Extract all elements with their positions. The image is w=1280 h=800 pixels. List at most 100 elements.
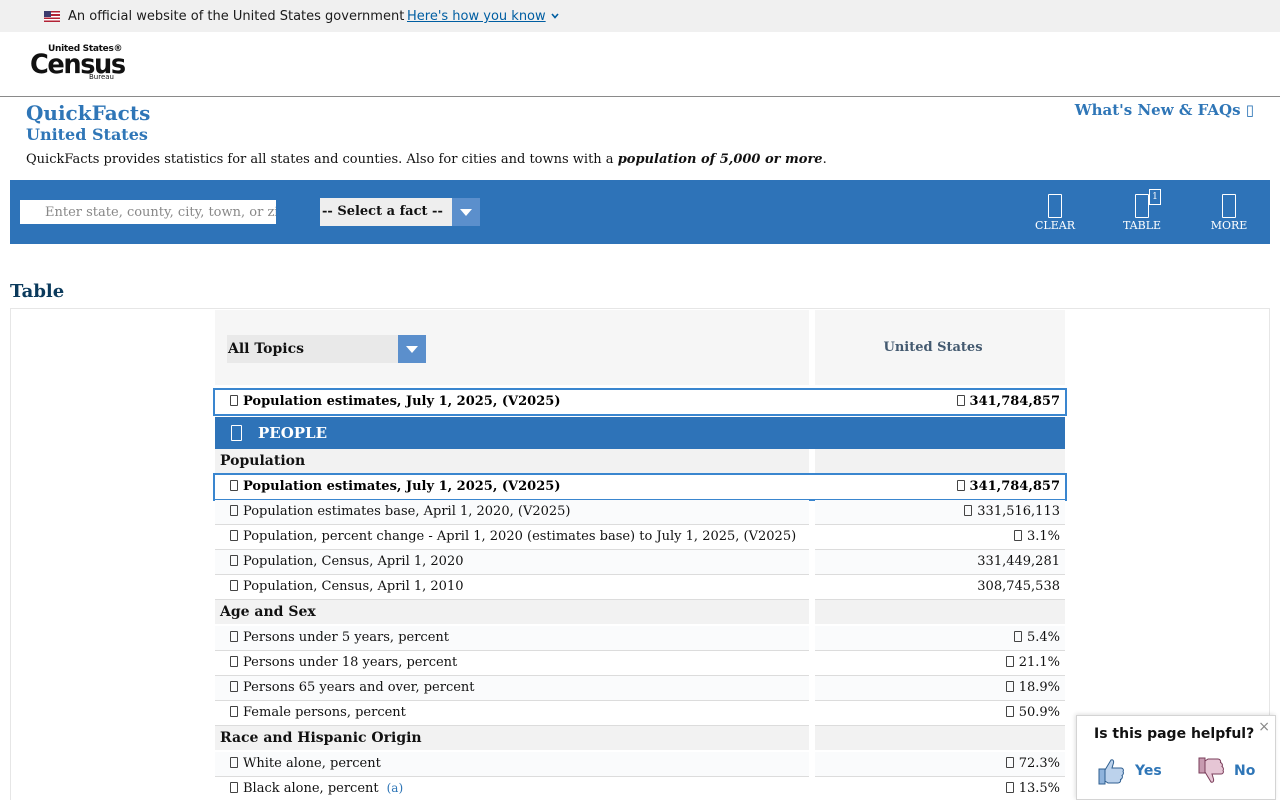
fact-select[interactable]: -- Select a fact --	[320, 198, 480, 226]
people-section-header[interactable]: PEOPLE	[215, 417, 1065, 449]
table-row[interactable]: Persons under 18 years, percent 21.1%	[215, 651, 1065, 676]
info-icon[interactable]	[230, 555, 238, 566]
fact-value-text: 18.9%	[1018, 680, 1060, 695]
data-quality-icon[interactable]	[1005, 681, 1014, 692]
table-row[interactable]: Population, Census, April 1, 2020 331,44…	[215, 550, 1065, 575]
table-label: TABLE	[1122, 219, 1162, 232]
selected-fact-label-text: Population estimates, July 1, 2025, (V20…	[243, 479, 561, 494]
table-row[interactable]: White alone, percent 72.3%	[215, 752, 1065, 777]
fact-value: 50.9%	[1005, 705, 1060, 720]
heres-how-you-know-link[interactable]: Here's how you know	[407, 9, 546, 24]
data-quality-icon[interactable]	[1005, 782, 1014, 793]
clear-icon	[1048, 194, 1062, 218]
site-header: United States® Census Bureau	[0, 32, 1280, 97]
category-row-age-sex: Age and Sex	[215, 600, 1065, 624]
description-emphasis: population of 5,000 or more	[617, 152, 823, 167]
people-icon	[231, 425, 242, 441]
category-cell: Population	[215, 449, 809, 473]
topic-select[interactable]: All Topics	[227, 335, 426, 363]
clear-button[interactable]: CLEAR	[1025, 194, 1085, 234]
value-cell: 50.9%	[815, 701, 1065, 726]
data-quality-icon[interactable]	[964, 505, 973, 516]
info-icon[interactable]	[230, 757, 238, 768]
data-quality-icon[interactable]	[956, 395, 965, 406]
selected-fact-label: Population estimates, July 1, 2025, (V20…	[230, 394, 560, 409]
fact-cell: Population estimates base, April 1, 2020…	[215, 500, 809, 525]
table-heading: Table	[10, 281, 65, 302]
fact-label: Population estimates base, April 1, 2020…	[230, 504, 570, 519]
fact-label: Persons under 18 years, percent	[230, 655, 457, 670]
selected-fact-row-repeat[interactable]: Population estimates, July 1, 2025, (V20…	[213, 473, 1067, 501]
logo-bureau: Bureau	[89, 73, 114, 81]
data-quality-icon[interactable]	[956, 480, 965, 491]
data-quality-icon[interactable]	[1005, 757, 1014, 768]
close-icon[interactable]: ×	[1258, 719, 1270, 735]
info-icon[interactable]	[230, 580, 238, 591]
table-row[interactable]: Black alone, percent (a) 13.5%	[215, 777, 1065, 800]
data-quality-icon[interactable]	[1005, 656, 1014, 667]
fact-value-text: 72.3%	[1018, 756, 1060, 771]
fact-label-text: Persons 65 years and over, percent	[243, 680, 475, 695]
fact-label-text: Population, percent change - April 1, 20…	[243, 529, 797, 544]
category-label: Population	[220, 453, 306, 469]
info-icon[interactable]	[230, 480, 238, 491]
info-icon[interactable]	[230, 395, 238, 406]
feedback-widget: Is this page helpful? × Yes No	[1076, 715, 1276, 800]
data-quality-icon[interactable]	[1013, 631, 1022, 642]
selected-fact-value: 341,784,857	[956, 394, 1060, 409]
thumbs-down-icon[interactable]	[1196, 756, 1226, 786]
table-icon	[1135, 194, 1149, 218]
chevron-down-icon[interactable]	[551, 12, 559, 20]
table-row[interactable]: Female persons, percent 50.9%	[215, 701, 1065, 726]
category-value-cell	[815, 600, 1065, 624]
info-icon[interactable]	[230, 706, 238, 717]
fact-select-toggle[interactable]	[452, 198, 480, 226]
fact-value: 18.9%	[1005, 680, 1060, 695]
geography-column-header: United States	[815, 310, 1065, 385]
data-quality-icon[interactable]	[1005, 706, 1014, 717]
feedback-yes-button[interactable]: Yes	[1135, 763, 1162, 779]
topic-select-toggle[interactable]	[398, 335, 426, 363]
fact-value-text: 13.5%	[1018, 781, 1060, 796]
table-row[interactable]: Population estimates base, April 1, 2020…	[215, 500, 1065, 525]
more-button[interactable]: MORE	[1199, 194, 1259, 234]
whats-new-link[interactable]: What's New & FAQs ▯	[1075, 101, 1254, 119]
table-button[interactable]: 1 TABLE	[1112, 189, 1172, 234]
geography-search-input[interactable]	[20, 200, 276, 224]
fact-label: Population, Census, April 1, 2020	[230, 554, 463, 569]
info-icon[interactable]	[230, 530, 238, 541]
value-cell: 5.4%	[815, 626, 1065, 651]
info-icon[interactable]	[230, 505, 238, 516]
feedback-no-button[interactable]: No	[1234, 763, 1255, 779]
fact-label: Black alone, percent (a)	[230, 781, 403, 796]
category-value-cell	[815, 726, 1065, 750]
fact-label-text: Persons under 5 years, percent	[243, 630, 449, 645]
description-suffix: .	[822, 152, 827, 167]
thumbs-up-icon[interactable]	[1096, 756, 1126, 786]
fact-cell: Persons under 5 years, percent	[215, 626, 809, 651]
table-row[interactable]: Persons 65 years and over, percent 18.9%	[215, 676, 1065, 701]
selected-fact-value: 341,784,857	[956, 479, 1060, 494]
info-icon[interactable]	[230, 681, 238, 692]
fact-label: Population, Census, April 1, 2010	[230, 579, 463, 594]
info-icon[interactable]	[230, 782, 238, 793]
footnote-link[interactable]: (a)	[387, 781, 404, 795]
fact-label-text: Female persons, percent	[243, 705, 406, 720]
fact-value: 21.1%	[1005, 655, 1060, 670]
fact-value: 5.4%	[1013, 630, 1060, 645]
table-row[interactable]: Population, Census, April 1, 2010 308,74…	[215, 575, 1065, 600]
table-row[interactable]: Population, percent change - April 1, 20…	[215, 525, 1065, 550]
table-row[interactable]: Persons under 5 years, percent 5.4%	[215, 626, 1065, 651]
fact-cell: White alone, percent	[215, 752, 809, 777]
selected-fact-row[interactable]: Population estimates, July 1, 2025, (V20…	[213, 388, 1067, 416]
info-icon[interactable]	[230, 656, 238, 667]
data-quality-icon[interactable]	[1013, 530, 1022, 541]
fact-value: 13.5%	[1005, 781, 1060, 796]
census-logo[interactable]: United States® Census Bureau	[30, 44, 126, 84]
value-cell: 21.1%	[815, 651, 1065, 676]
fact-cell: Population, Census, April 1, 2020	[215, 550, 809, 575]
selected-fact-value-text: 341,784,857	[969, 479, 1060, 494]
info-icon[interactable]	[230, 631, 238, 642]
fact-label: White alone, percent	[230, 756, 381, 771]
page-title: QuickFacts	[26, 101, 151, 125]
